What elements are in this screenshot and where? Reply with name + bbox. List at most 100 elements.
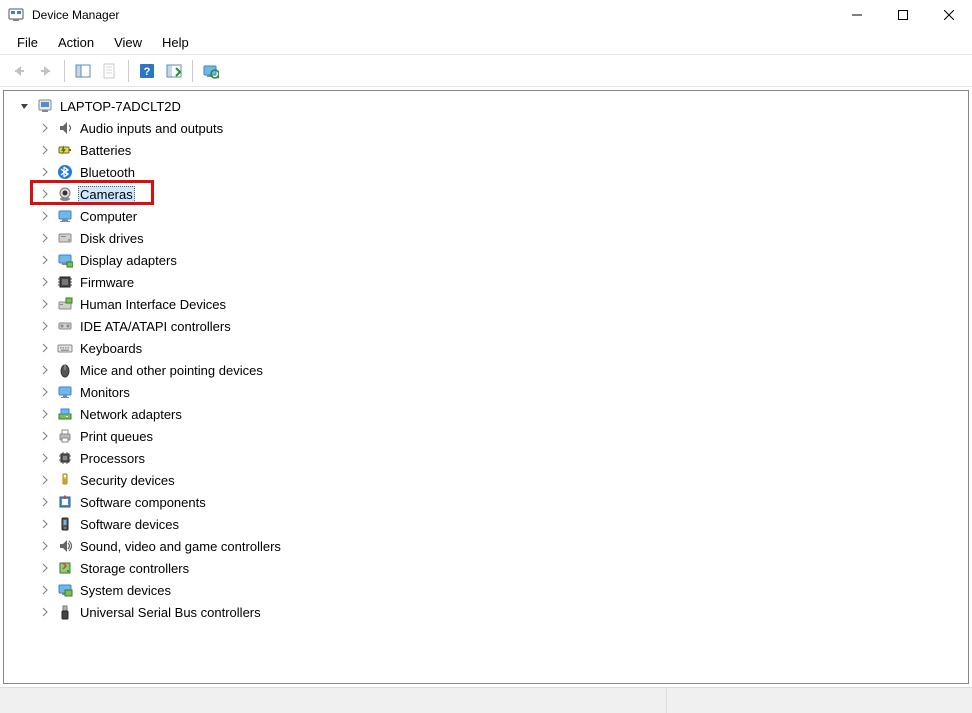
speaker-icon — [56, 119, 74, 137]
bluetooth-icon — [56, 163, 74, 181]
chevron-right-icon[interactable] — [38, 319, 52, 333]
show-hide-console-tree-button[interactable] — [71, 59, 95, 83]
chevron-right-icon[interactable] — [38, 429, 52, 443]
device-category-universal-serial-bus-controllers[interactable]: Universal Serial Bus controllers — [8, 601, 968, 623]
device-category-processors[interactable]: Processors — [8, 447, 968, 469]
software-component-icon — [56, 493, 74, 511]
scan-for-changes-button[interactable] — [199, 59, 223, 83]
statusbar — [0, 687, 972, 713]
help-button[interactable]: ? — [135, 59, 159, 83]
device-category-firmware[interactable]: Firmware — [8, 271, 968, 293]
titlebar: Device Manager — [0, 0, 972, 30]
chevron-right-icon[interactable] — [38, 187, 52, 201]
device-category-disk-drives[interactable]: Disk drives — [8, 227, 968, 249]
chevron-right-icon[interactable] — [38, 363, 52, 377]
chevron-right-icon[interactable] — [38, 561, 52, 575]
chevron-right-icon[interactable] — [38, 407, 52, 421]
category-label: IDE ATA/ATAPI controllers — [78, 319, 233, 334]
battery-icon — [56, 141, 74, 159]
monitor-icon — [56, 383, 74, 401]
root-label: LAPTOP-7ADCLT2D — [58, 99, 183, 114]
device-category-bluetooth[interactable]: Bluetooth — [8, 161, 968, 183]
category-label: Software components — [78, 495, 208, 510]
category-label: Monitors — [78, 385, 132, 400]
maximize-button[interactable] — [880, 0, 926, 30]
properties-button[interactable] — [98, 59, 122, 83]
device-category-system-devices[interactable]: System devices — [8, 579, 968, 601]
chevron-right-icon[interactable] — [38, 121, 52, 135]
category-label: Sound, video and game controllers — [78, 539, 283, 554]
device-category-mice-and-other-pointing-devices[interactable]: Mice and other pointing devices — [8, 359, 968, 381]
sound-icon — [56, 537, 74, 555]
device-category-software-devices[interactable]: Software devices — [8, 513, 968, 535]
category-label: Bluetooth — [78, 165, 137, 180]
chevron-right-icon[interactable] — [38, 473, 52, 487]
category-label: Software devices — [78, 517, 181, 532]
firmware-icon — [56, 273, 74, 291]
category-label: Human Interface Devices — [78, 297, 228, 312]
keyboard-icon — [56, 339, 74, 357]
chevron-right-icon[interactable] — [38, 143, 52, 157]
tree-root-node[interactable]: LAPTOP-7ADCLT2D — [8, 95, 968, 117]
chevron-right-icon[interactable] — [38, 583, 52, 597]
device-category-human-interface-devices[interactable]: Human Interface Devices — [8, 293, 968, 315]
device-category-network-adapters[interactable]: Network adapters — [8, 403, 968, 425]
menu-help[interactable]: Help — [153, 33, 198, 52]
device-category-display-adapters[interactable]: Display adapters — [8, 249, 968, 271]
chevron-right-icon[interactable] — [38, 495, 52, 509]
device-category-ide-ata-atapi-controllers[interactable]: IDE ATA/ATAPI controllers — [8, 315, 968, 337]
menubar: File Action View Help — [0, 30, 972, 54]
chevron-right-icon[interactable] — [38, 231, 52, 245]
security-icon — [56, 471, 74, 489]
category-label: Print queues — [78, 429, 155, 444]
category-label: Storage controllers — [78, 561, 191, 576]
category-label: Display adapters — [78, 253, 179, 268]
menu-file[interactable]: File — [8, 33, 47, 52]
category-label: Firmware — [78, 275, 136, 290]
device-category-cameras[interactable]: Cameras — [8, 183, 968, 205]
close-button[interactable] — [926, 0, 972, 30]
category-label: Audio inputs and outputs — [78, 121, 225, 136]
device-category-software-components[interactable]: Software components — [8, 491, 968, 513]
category-label: Network adapters — [78, 407, 184, 422]
category-label: Computer — [78, 209, 139, 224]
chevron-right-icon[interactable] — [38, 517, 52, 531]
category-label: Disk drives — [78, 231, 146, 246]
category-label: Cameras — [78, 186, 135, 203]
category-label: System devices — [78, 583, 173, 598]
chevron-down-icon[interactable] — [18, 99, 32, 113]
chevron-right-icon[interactable] — [38, 297, 52, 311]
device-category-print-queues[interactable]: Print queues — [8, 425, 968, 447]
network-icon — [56, 405, 74, 423]
chevron-right-icon[interactable] — [38, 165, 52, 179]
usb-icon — [56, 603, 74, 621]
category-label: Universal Serial Bus controllers — [78, 605, 263, 620]
chevron-right-icon[interactable] — [38, 605, 52, 619]
scan-hardware-button[interactable] — [162, 59, 186, 83]
chevron-right-icon[interactable] — [38, 275, 52, 289]
device-category-monitors[interactable]: Monitors — [8, 381, 968, 403]
window-title: Device Manager — [32, 8, 119, 22]
forward-button[interactable] — [34, 59, 58, 83]
computer-root-icon — [36, 97, 54, 115]
chevron-right-icon[interactable] — [38, 253, 52, 267]
minimize-button[interactable] — [834, 0, 880, 30]
chevron-right-icon[interactable] — [38, 341, 52, 355]
device-category-security-devices[interactable]: Security devices — [8, 469, 968, 491]
display-adapter-icon — [56, 251, 74, 269]
device-tree[interactable]: LAPTOP-7ADCLT2D Audio inputs and outputs B… — [3, 90, 969, 684]
chevron-right-icon[interactable] — [38, 539, 52, 553]
device-category-audio-inputs-and-outputs[interactable]: Audio inputs and outputs — [8, 117, 968, 139]
device-category-storage-controllers[interactable]: Storage controllers — [8, 557, 968, 579]
back-button[interactable] — [7, 59, 31, 83]
category-label: Mice and other pointing devices — [78, 363, 265, 378]
chevron-right-icon[interactable] — [38, 209, 52, 223]
chevron-right-icon[interactable] — [38, 385, 52, 399]
device-category-computer[interactable]: Computer — [8, 205, 968, 227]
menu-view[interactable]: View — [105, 33, 151, 52]
device-category-keyboards[interactable]: Keyboards — [8, 337, 968, 359]
device-category-sound-video-and-game-controllers[interactable]: Sound, video and game controllers — [8, 535, 968, 557]
chevron-right-icon[interactable] — [38, 451, 52, 465]
menu-action[interactable]: Action — [49, 33, 103, 52]
device-category-batteries[interactable]: Batteries — [8, 139, 968, 161]
